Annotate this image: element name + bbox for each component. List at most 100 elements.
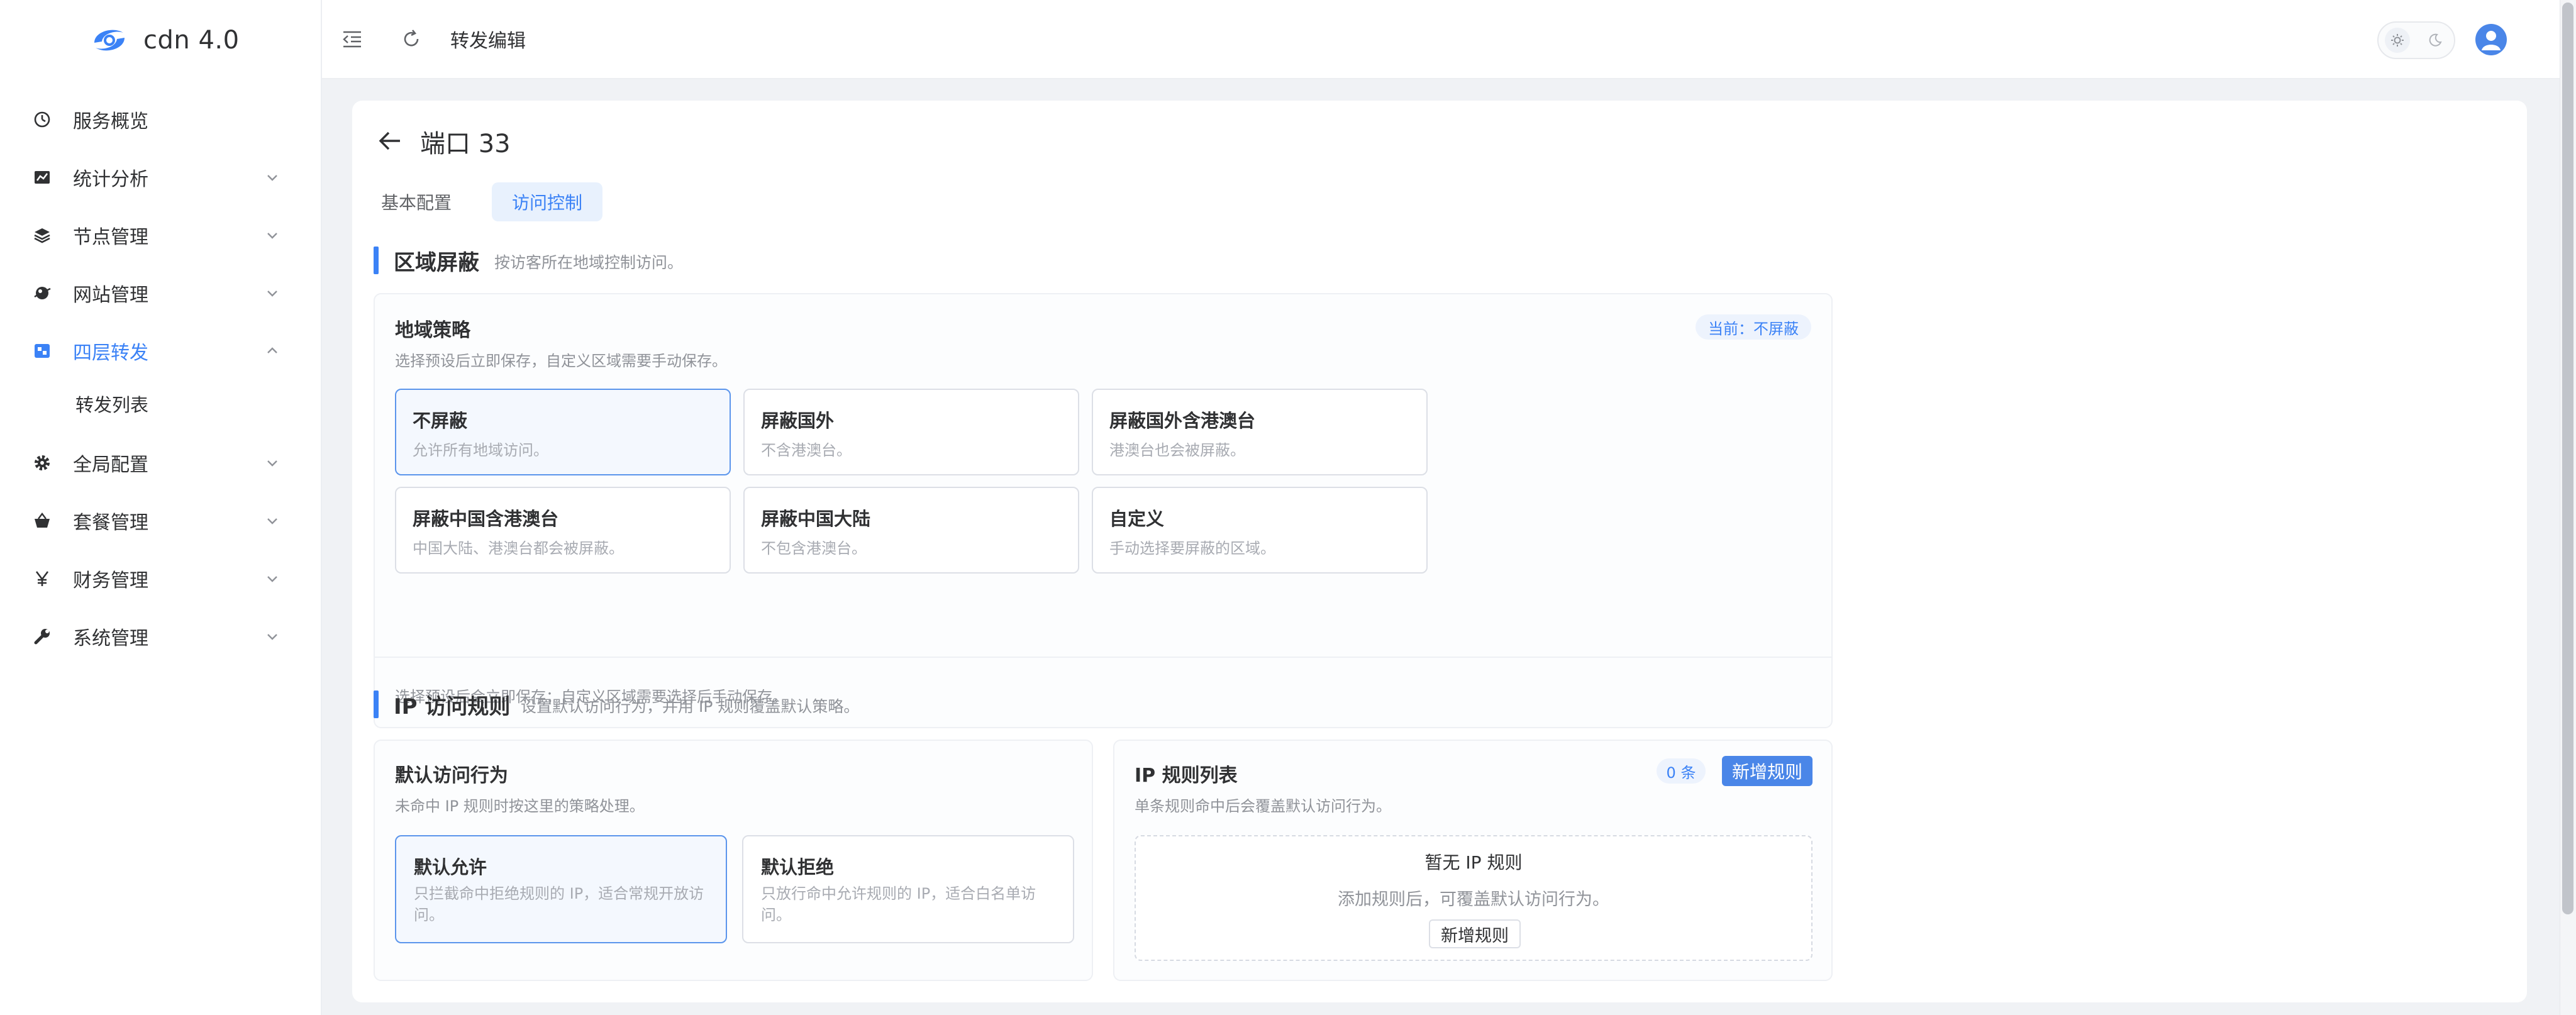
collapse-menu-icon[interactable] bbox=[341, 28, 364, 50]
panel-desc: 选择预设后立即保存，自定义区域需要手动保存。 bbox=[395, 352, 727, 370]
basket-icon bbox=[33, 511, 52, 530]
back-arrow-icon[interactable] bbox=[376, 127, 404, 155]
sidebar-item-label: 全局配置 bbox=[73, 454, 148, 476]
sidebar-item-overview[interactable]: 服务概览 bbox=[0, 94, 322, 145]
sidebar-item-label: 网站管理 bbox=[73, 284, 148, 306]
empty-add-rule-button[interactable]: 新增规则 bbox=[1429, 919, 1521, 948]
option-desc: 不包含港澳台。 bbox=[761, 540, 867, 557]
main-card: 端口 33 基本配置 访问控制 区域屏蔽 按访客所在地域控制访问。 地域策略 选… bbox=[352, 101, 2527, 1002]
region-policy-panel: 地域策略 选择预设后立即保存，自定义区域需要手动保存。 当前：不屏蔽 不屏蔽 允… bbox=[374, 293, 1833, 728]
option-desc: 只放行命中允许规则的 IP，适合白名单访问。 bbox=[761, 885, 1036, 924]
sidebar-item-nodes[interactable]: 节点管理 bbox=[0, 210, 322, 260]
scrollbar-thumb[interactable] bbox=[2562, 3, 2573, 914]
region-option-block-overseas-hkmt[interactable]: 屏蔽国外含港澳台 港澳台也会被屏蔽。 bbox=[1092, 389, 1428, 475]
dashboard-icon bbox=[33, 110, 52, 129]
option-desc: 手动选择要屏蔽的区域。 bbox=[1109, 540, 1275, 557]
region-option-block-overseas[interactable]: 屏蔽国外 不含港澳台。 bbox=[743, 389, 1079, 475]
default-deny-option[interactable]: 默认拒绝 只放行命中允许规则的 IP，适合白名单访问。 bbox=[742, 835, 1074, 943]
cdn-logo-icon bbox=[94, 30, 125, 51]
status-badge: 当前：不屏蔽 bbox=[1696, 314, 1811, 340]
chevron-down-icon bbox=[267, 576, 277, 582]
ip-rules-panel: IP 规则列表 单条规则命中后会覆盖默认访问行为。 0 条 新增规则 暂无 IP… bbox=[1113, 740, 1833, 981]
option-title: 默认允许 bbox=[414, 857, 487, 878]
sidebar-item-system[interactable]: 系统管理 bbox=[0, 611, 322, 662]
sidebar: cdn 4.0 服务概览 统计分析 节点管理 网站管理 四层转发 转发列表 全局… bbox=[0, 0, 322, 1015]
user-icon bbox=[2482, 31, 2501, 50]
sidebar-item-l4-forward[interactable]: 四层转发 bbox=[0, 326, 322, 376]
panel-desc: 单条规则命中后会覆盖默认访问行为。 bbox=[1135, 797, 1391, 815]
panel-title: 默认访问行为 bbox=[395, 765, 508, 787]
empty-desc: 添加规则后，可覆盖默认访问行为。 bbox=[1338, 890, 1609, 909]
sidebar-item-label: 统计分析 bbox=[73, 169, 148, 191]
layers-icon bbox=[33, 226, 52, 245]
theme-toggle[interactable] bbox=[2377, 21, 2455, 59]
chevron-down-icon bbox=[267, 518, 277, 524]
section-accent-bar bbox=[374, 247, 379, 274]
section-title-region: 区域屏蔽 bbox=[394, 250, 479, 275]
chart-icon bbox=[33, 168, 52, 187]
sidebar-item-label: 节点管理 bbox=[73, 226, 148, 248]
sidebar-item-label: 四层转发 bbox=[73, 342, 148, 364]
sidebar-item-label: 财务管理 bbox=[73, 570, 148, 592]
sidebar-item-label: 系统管理 bbox=[73, 628, 148, 650]
section-accent-bar bbox=[374, 691, 379, 718]
default-allow-option[interactable]: 默认允许 只拦截命中拒绝规则的 IP，适合常规开放访问。 bbox=[395, 835, 727, 943]
add-rule-button[interactable]: 新增规则 bbox=[1722, 756, 1813, 786]
option-title: 屏蔽国外含港澳台 bbox=[1109, 410, 1256, 431]
section-desc-ip: 设置默认访问行为，并用 IP 规则覆盖默认策略。 bbox=[521, 697, 860, 716]
yen-icon bbox=[33, 569, 52, 588]
option-desc: 中国大陆、港澳台都会被屏蔽。 bbox=[413, 540, 624, 557]
user-avatar[interactable] bbox=[2475, 24, 2507, 55]
option-desc: 允许所有地域访问。 bbox=[413, 441, 548, 459]
region-option-block-mainland[interactable]: 屏蔽中国大陆 不包含港澳台。 bbox=[743, 487, 1079, 574]
topbar: 转发编辑 bbox=[322, 0, 2560, 79]
sidebar-subitem-label: 转发列表 bbox=[75, 394, 149, 416]
section-divider bbox=[374, 657, 1833, 658]
region-option-custom[interactable]: 自定义 手动选择要屏蔽的区域。 bbox=[1092, 487, 1428, 574]
app-logo[interactable]: cdn 4.0 bbox=[88, 21, 240, 59]
sun-icon[interactable] bbox=[2385, 28, 2410, 53]
gear-icon bbox=[33, 453, 52, 472]
region-option-none[interactable]: 不屏蔽 允许所有地域访问。 bbox=[395, 389, 731, 475]
refresh-icon[interactable] bbox=[400, 28, 423, 50]
option-title: 屏蔽中国含港澳台 bbox=[413, 508, 559, 530]
chevron-down-icon bbox=[267, 175, 277, 181]
forward-icon bbox=[33, 341, 52, 360]
wrench-icon bbox=[33, 627, 52, 646]
page-title: 端口 33 bbox=[420, 130, 511, 158]
sidebar-item-finance[interactable]: 财务管理 bbox=[0, 553, 322, 604]
sidebar-subitem-forward-list[interactable]: 转发列表 bbox=[0, 380, 322, 428]
sidebar-item-websites[interactable]: 网站管理 bbox=[0, 268, 322, 318]
tab-access-control[interactable]: 访问控制 bbox=[492, 182, 602, 221]
app-title: cdn 4.0 bbox=[143, 26, 240, 55]
chevron-down-icon bbox=[267, 291, 277, 297]
chevron-down-icon bbox=[267, 460, 277, 467]
region-option-block-china-hkmt[interactable]: 屏蔽中国含港澳台 中国大陆、港澳台都会被屏蔽。 bbox=[395, 487, 731, 574]
sidebar-item-statistics[interactable]: 统计分析 bbox=[0, 152, 322, 202]
option-title: 屏蔽中国大陆 bbox=[761, 508, 871, 530]
section-desc-region: 按访客所在地域控制访问。 bbox=[494, 253, 684, 272]
chevron-down-icon bbox=[267, 634, 277, 640]
empty-title: 暂无 IP 规则 bbox=[1424, 852, 1523, 873]
option-desc: 港澳台也会被屏蔽。 bbox=[1109, 441, 1245, 459]
moon-icon[interactable] bbox=[2423, 28, 2448, 53]
sidebar-item-label: 套餐管理 bbox=[73, 512, 148, 534]
sidebar-item-plans[interactable]: 套餐管理 bbox=[0, 496, 322, 546]
sidebar-item-label: 服务概览 bbox=[73, 111, 148, 133]
empty-rules-placeholder: 暂无 IP 规则 添加规则后，可覆盖默认访问行为。 新增规则 bbox=[1135, 835, 1813, 961]
panel-title: IP 规则列表 bbox=[1135, 765, 1238, 787]
panel-title: 地域策略 bbox=[395, 319, 470, 341]
panel-desc: 未命中 IP 规则时按这里的策略处理。 bbox=[395, 797, 645, 815]
sidebar-item-global-config[interactable]: 全局配置 bbox=[0, 438, 322, 488]
tab-basic-config[interactable]: 基本配置 bbox=[376, 182, 457, 221]
breadcrumb-current: 转发编辑 bbox=[450, 30, 526, 52]
option-title: 不屏蔽 bbox=[413, 410, 468, 431]
chevron-down-icon bbox=[267, 233, 277, 239]
option-desc: 只拦截命中拒绝规则的 IP，适合常规开放访问。 bbox=[414, 885, 704, 924]
rule-count-badge: 0 条 bbox=[1657, 758, 1706, 784]
option-title: 屏蔽国外 bbox=[761, 410, 835, 431]
option-desc: 不含港澳台。 bbox=[761, 441, 852, 459]
option-title: 默认拒绝 bbox=[761, 857, 835, 878]
globe-icon bbox=[33, 284, 52, 302]
chevron-up-icon bbox=[267, 347, 277, 353]
